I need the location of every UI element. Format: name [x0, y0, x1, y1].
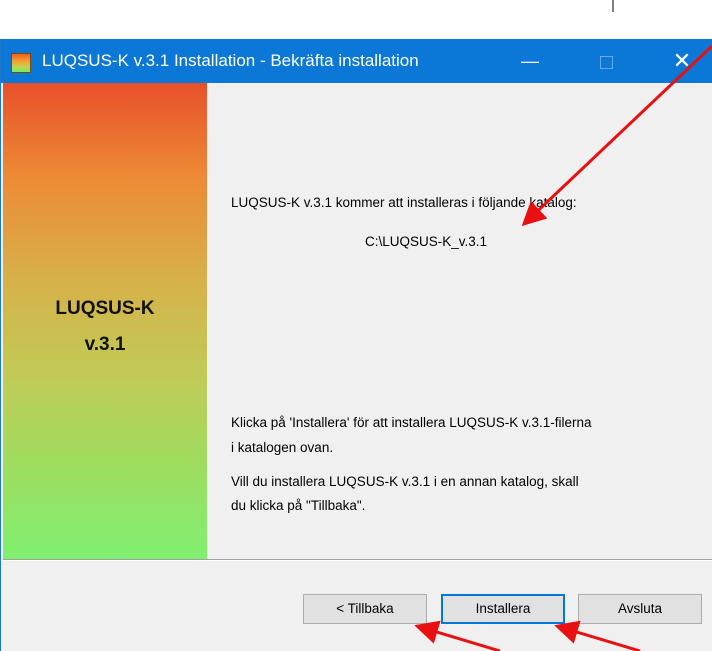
sidebar-banner: LUQSUS-K v.3.1 — [3, 83, 207, 559]
install-intro-text: LUQSUS-K v.3.1 kommer att installeras i … — [231, 195, 577, 210]
back-button[interactable]: < Tillbaka — [303, 594, 427, 624]
close-button[interactable]: ✕ — [657, 39, 707, 83]
minimize-button[interactable]: — — [505, 39, 555, 83]
maximize-button[interactable] — [581, 39, 631, 83]
instruction-text-line2: i katalogen ovan. — [231, 440, 334, 455]
installer-window: LUQSUS-K v.3.1 Installation - Bekräfta i… — [0, 39, 712, 651]
content-panel: LUQSUS-K v.3.1 kommer att installeras i … — [207, 83, 712, 559]
footer-divider-highlight — [3, 560, 712, 561]
exit-button[interactable]: Avsluta — [578, 594, 702, 624]
install-path: C:\LUQSUS-K_v.3.1 — [365, 234, 488, 249]
title-bar[interactable]: LUQSUS-K v.3.1 Installation - Bekräfta i… — [1, 39, 712, 83]
alternative-text-line2: du klicka på "Tillbaka". — [231, 498, 366, 513]
alternative-text-line1: Vill du installera LUQSUS-K v.3.1 i en a… — [231, 474, 579, 489]
sidebar-product-version: v.3.1 — [84, 334, 126, 355]
install-button[interactable]: Installera — [441, 594, 565, 624]
sidebar-product-name: LUQSUS-K — [55, 298, 155, 319]
maximize-icon — [599, 55, 613, 69]
app-icon — [11, 53, 31, 73]
window-title: LUQSUS-K v.3.1 Installation - Bekräfta i… — [42, 51, 419, 70]
instruction-text-line1: Klicka på 'Installera' för att installer… — [231, 415, 592, 430]
